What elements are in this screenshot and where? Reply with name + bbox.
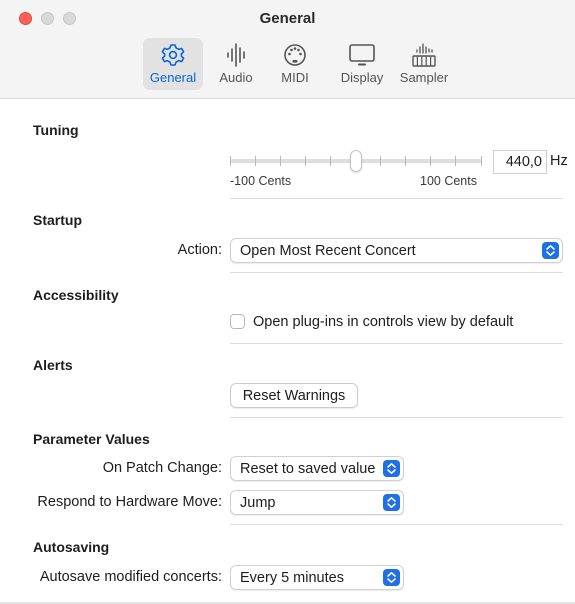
- slider-tick: [305, 156, 306, 166]
- tab-general[interactable]: General: [143, 38, 203, 90]
- slider-tick: [280, 156, 281, 166]
- title-bar: General General Audio MIDI Display Sampl…: [0, 0, 575, 99]
- frequency-unit: Hz: [550, 153, 568, 169]
- slider-tick: [430, 156, 431, 166]
- hardware-move-label: Respond to Hardware Move:: [37, 494, 222, 510]
- open-plugins-controls-checkbox[interactable]: [230, 314, 245, 329]
- reset-warnings-button[interactable]: Reset Warnings: [230, 383, 358, 408]
- slider-tick: [330, 156, 331, 166]
- patch-change-popup-value: Reset to saved value: [240, 461, 376, 477]
- slider-tick: [380, 156, 381, 166]
- hardware-move-popup-value: Jump: [240, 495, 276, 511]
- autosave-label: Autosave modified concerts:: [39, 569, 222, 585]
- section-title-parameter-values: Parameter Values: [33, 431, 150, 447]
- window-title: General: [259, 10, 316, 27]
- chevron-updown-icon: [383, 569, 400, 586]
- slider-tick: [455, 156, 456, 166]
- slider-tick: [405, 156, 406, 166]
- section-title-startup: Startup: [33, 212, 82, 228]
- autosave-popup[interactable]: Every 5 minutes: [230, 565, 404, 590]
- monitor-icon: [347, 42, 377, 68]
- slider-tick: [481, 156, 482, 166]
- tab-midi-label: MIDI: [281, 70, 309, 85]
- divider: [230, 198, 563, 199]
- slider-max-label: 100 Cents: [420, 174, 477, 188]
- tab-display[interactable]: Display: [335, 38, 389, 90]
- slider-tick: [230, 156, 231, 166]
- frequency-field[interactable]: 440,0: [493, 150, 547, 174]
- tuning-slider[interactable]: [230, 150, 482, 172]
- patch-change-popup[interactable]: Reset to saved value: [230, 456, 404, 481]
- tab-sampler-label: Sampler: [399, 70, 449, 85]
- section-title-alerts: Alerts: [33, 357, 73, 373]
- hardware-move-popup[interactable]: Jump: [230, 490, 404, 515]
- divider: [230, 272, 563, 273]
- gear-icon: [158, 42, 188, 68]
- tab-audio-label: Audio: [219, 70, 253, 85]
- patch-change-label: On Patch Change:: [102, 460, 222, 476]
- slider-min-label: -100 Cents: [230, 174, 292, 188]
- action-label: Action:: [177, 242, 222, 258]
- divider: [230, 417, 563, 418]
- chevron-updown-icon: [542, 242, 559, 259]
- section-title-autosaving: Autosaving: [33, 539, 110, 555]
- tab-general-label: General: [149, 70, 197, 85]
- slider-knob[interactable]: [350, 150, 362, 172]
- midi-connector-icon: [280, 42, 310, 68]
- chevron-updown-icon: [383, 494, 400, 511]
- sampler-keyboard-icon: [409, 42, 439, 68]
- section-title-accessibility: Accessibility: [33, 287, 119, 303]
- tab-midi[interactable]: MIDI: [271, 38, 319, 90]
- chevron-updown-icon: [383, 460, 400, 477]
- section-title-tuning: Tuning: [33, 122, 79, 138]
- preferences-window: General General Audio MIDI Display Sampl…: [0, 0, 575, 604]
- divider: [230, 343, 563, 344]
- slider-tick: [255, 156, 256, 166]
- open-plugins-controls-label[interactable]: Open plug-ins in controls view by defaul…: [253, 314, 513, 330]
- autosave-popup-value: Every 5 minutes: [240, 570, 344, 586]
- action-popup-value: Open Most Recent Concert: [240, 243, 416, 259]
- divider: [230, 524, 563, 525]
- action-popup[interactable]: Open Most Recent Concert: [230, 238, 563, 263]
- tab-display-label: Display: [340, 70, 384, 85]
- audio-waveform-icon: [221, 42, 251, 68]
- toolbar-tabs: General Audio MIDI Display Sampler: [0, 38, 575, 90]
- tab-audio[interactable]: Audio: [212, 38, 260, 90]
- tab-sampler[interactable]: Sampler: [395, 38, 453, 90]
